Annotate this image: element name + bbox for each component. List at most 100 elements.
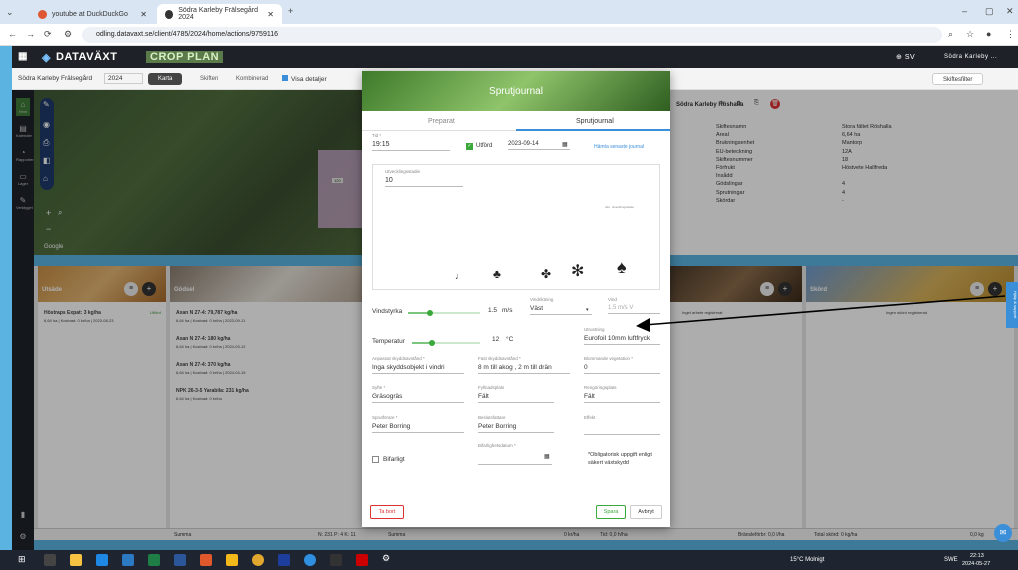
details-label: Visa detaljer <box>291 76 327 83</box>
edge-icon[interactable] <box>304 554 316 566</box>
cleaning-place-input[interactable]: Fält <box>584 393 660 403</box>
tab-preparat[interactable]: Preparat <box>428 118 455 125</box>
zoom-icon[interactable]: ⌕ <box>948 29 953 40</box>
clock-date[interactable]: 2024-05-27 <box>962 561 990 567</box>
date-input[interactable]: 2023-09-14 <box>508 141 570 150</box>
browser-tab-datavaxt[interactable]: Södra Karleby Frälsegård 2024 ✕ <box>157 4 282 24</box>
help-support-tab[interactable]: Hjälp & support <box>1006 282 1018 328</box>
temperature-slider-knob[interactable] <box>429 340 435 346</box>
stage-seed-icon[interactable]: ♩ <box>455 271 464 281</box>
excel-icon[interactable] <box>148 554 160 566</box>
time-input[interactable]: 19:15 <box>372 141 450 151</box>
sprayer-operator-input[interactable]: Peter Borring <box>372 423 464 433</box>
tab-sprutjournal[interactable]: Sprutjournal <box>576 118 614 125</box>
stage-leaf-icon[interactable]: ✤ <box>541 267 551 281</box>
language-selector[interactable]: ⊕ SV <box>896 53 915 61</box>
wind-direction-select[interactable]: Väst <box>530 305 592 315</box>
stage-flowering-icon[interactable]: ♠ <box>617 257 627 278</box>
mode-fields-button[interactable]: Skiften <box>190 73 228 85</box>
effect-label: Effekt <box>584 415 596 420</box>
wind-speed-label: Vindstyrka <box>372 308 403 315</box>
calendar-icon[interactable]: ▦ <box>562 141 568 148</box>
maximize-icon[interactable]: ▢ <box>985 6 994 17</box>
outlook-icon[interactable] <box>122 554 134 566</box>
stage-seedling-icon[interactable]: ♣ <box>493 267 501 281</box>
bee-hazard-date-input[interactable] <box>478 453 552 465</box>
menu-dots-icon[interactable]: ⋮ <box>1006 29 1015 40</box>
globe-icon: ⊕ <box>896 54 905 61</box>
language-indicator[interactable]: SWE <box>944 557 958 563</box>
time-label: Tid * <box>372 133 382 138</box>
weather-widget[interactable]: 15°C Molnigt <box>790 557 824 563</box>
close-window-icon[interactable]: ✕ <box>1006 6 1014 17</box>
cleaning-place-label: Rengöringsplats <box>584 385 617 390</box>
adapted-buffer-label: Anpassat skyddsavstånd * <box>372 356 425 361</box>
purpose-input[interactable]: Gräsogräs <box>372 393 464 403</box>
decision-maker-input[interactable]: Peter Borring <box>478 423 554 433</box>
fetch-journal-link[interactable]: Hämta senaste journal <box>594 144 644 150</box>
datavaxt-logo-icon: ◈ <box>42 52 51 64</box>
cancel-button[interactable]: Avbryt <box>630 505 662 519</box>
tab-search-icon[interactable]: ⌄ <box>6 7 14 18</box>
effect-input[interactable] <box>584 423 660 435</box>
edge-icon[interactable] <box>96 554 108 566</box>
user-menu[interactable]: Södra Karleby ... <box>944 54 997 60</box>
bee-hazard-label: Bifarligt <box>383 456 405 463</box>
close-tab-icon[interactable]: ✕ <box>140 10 147 19</box>
scale-caption: Alm. utvecklingsskala <box>605 205 634 209</box>
browser-tab-duckduckgo[interactable]: youtube at DuckDuckGo ✕ <box>30 4 155 24</box>
reload-icon[interactable]: ⟳ <box>44 29 52 40</box>
apps-grid-icon[interactable]: ▦ <box>18 51 28 62</box>
filling-place-input[interactable]: Fält <box>478 393 554 403</box>
chevron-down-icon[interactable]: ▾ <box>586 307 589 313</box>
chat-icon[interactable]: ✉ <box>994 524 1012 542</box>
farm-select[interactable]: Södra Karleby Frälsegård <box>18 75 92 82</box>
back-icon[interactable]: ← <box>8 29 17 39</box>
bee-hazard-checkbox[interactable] <box>372 456 379 463</box>
mode-combined-button[interactable]: Kombinerad <box>226 73 278 85</box>
mode-map-button[interactable]: Karta <box>148 73 183 85</box>
growth-stage-chooser[interactable]: Utvecklingsstadie 10 Alm. utvecklingsska… <box>372 164 660 290</box>
netflix-icon[interactable] <box>356 554 368 566</box>
address-bar-row: ← → ⟳ ⚙ odling.datavaxt.se/client/4785/2… <box>0 24 1018 46</box>
forward-icon[interactable]: → <box>26 29 35 39</box>
wind-direction-label: Vindriktning <box>530 297 554 302</box>
app-icon[interactable] <box>330 554 342 566</box>
save-button[interactable]: Spara <box>596 505 626 519</box>
active-tab-indicator <box>516 129 670 131</box>
growth-stage-input[interactable]: 10 <box>385 177 463 187</box>
task-view-icon[interactable] <box>44 554 56 566</box>
app-icon[interactable] <box>200 554 212 566</box>
field-filter-button[interactable]: Skiftesfilter <box>932 73 984 85</box>
site-info-icon[interactable]: ⚙ <box>64 29 72 40</box>
minimize-icon[interactable]: – <box>962 6 967 16</box>
close-tab-icon[interactable]: ✕ <box>267 10 274 19</box>
product-name: CROP PLAN <box>146 51 224 63</box>
chrome-icon[interactable] <box>252 554 264 566</box>
wind-speed-slider-knob[interactable] <box>427 310 433 316</box>
modal-title: Sprutjournal <box>489 86 543 97</box>
year-select[interactable]: 2024 <box>104 73 144 84</box>
app-icon[interactable] <box>278 554 290 566</box>
profile-icon[interactable]: ● <box>986 29 991 39</box>
stage-rosette-icon[interactable]: ✻ <box>571 261 584 281</box>
bookmark-star-icon[interactable]: ☆ <box>966 29 974 40</box>
new-tab-icon[interactable]: + <box>288 6 293 16</box>
url-input[interactable]: odling.datavaxt.se/client/4785/2024/home… <box>82 27 942 43</box>
fixed-buffer-input[interactable]: 8 m till akog , 2 m till drän <box>478 364 570 374</box>
clock-time[interactable]: 22:13 <box>970 553 984 559</box>
growth-stage-label: Utvecklingsstadie <box>385 169 421 174</box>
start-icon[interactable]: ⊞ <box>18 554 26 565</box>
word-icon[interactable] <box>174 554 186 566</box>
flowering-veg-input[interactable]: 0 <box>584 364 660 374</box>
equipment-select[interactable]: Eurofoil 10mm luftfryck <box>584 335 660 345</box>
wind-speed-unit: m/s <box>502 307 513 314</box>
delete-button[interactable]: Ta bort <box>370 505 404 519</box>
file-explorer-icon[interactable] <box>70 554 82 566</box>
settings-icon[interactable]: ⚙ <box>382 553 390 564</box>
app-icon[interactable] <box>226 554 238 566</box>
adapted-buffer-input[interactable]: Inga skyddsobjekt i vindri <box>372 364 464 374</box>
done-checkbox[interactable]: ✓ <box>466 143 473 150</box>
calendar-icon[interactable]: ▦ <box>544 453 550 460</box>
show-details-checkbox[interactable]: Visa detaljer <box>282 75 327 83</box>
